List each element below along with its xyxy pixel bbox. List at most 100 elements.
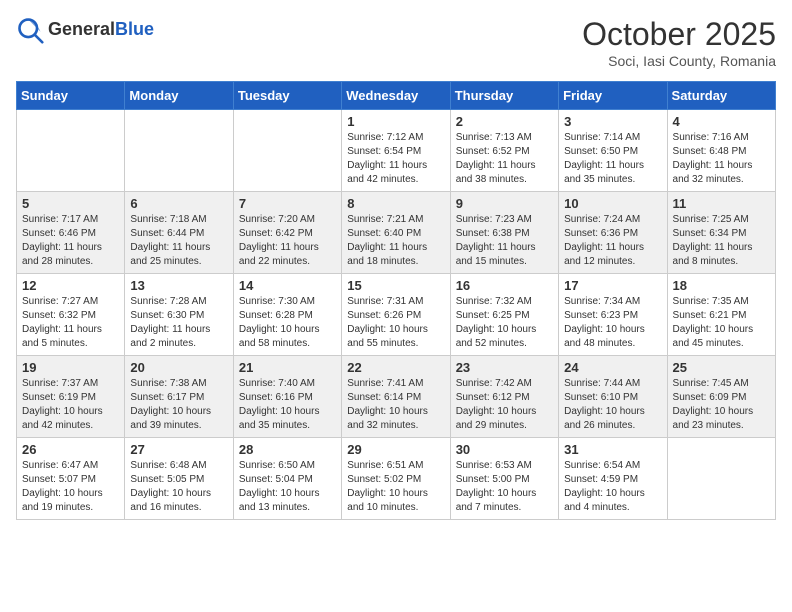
calendar-cell: [233, 110, 341, 192]
day-number: 15: [347, 278, 444, 293]
day-info: Sunrise: 7:27 AM Sunset: 6:32 PM Dayligh…: [22, 295, 119, 351]
day-number: 2: [456, 114, 553, 129]
day-info: Sunrise: 6:54 AM Sunset: 4:59 PM Dayligh…: [564, 459, 661, 515]
day-number: 26: [22, 442, 119, 457]
day-number: 18: [673, 278, 770, 293]
day-number: 10: [564, 196, 661, 211]
weekday-header: Thursday: [450, 82, 558, 110]
day-number: 9: [456, 196, 553, 211]
day-number: 7: [239, 196, 336, 211]
calendar-week-row: 12 Sunrise: 7:27 AM Sunset: 6:32 PM Dayli…: [17, 274, 776, 356]
logo-blue-text: Blue: [115, 19, 154, 39]
day-number: 27: [130, 442, 227, 457]
day-number: 16: [456, 278, 553, 293]
day-number: 5: [22, 196, 119, 211]
day-number: 21: [239, 360, 336, 375]
day-number: 30: [456, 442, 553, 457]
logo: GeneralBlue: [16, 16, 154, 44]
calendar-cell: 15 Sunrise: 7:31 AM Sunset: 6:26 PM Dayli…: [342, 274, 450, 356]
day-info: Sunrise: 7:35 AM Sunset: 6:21 PM Dayligh…: [673, 295, 770, 351]
day-info: Sunrise: 7:12 AM Sunset: 6:54 PM Dayligh…: [347, 131, 444, 187]
day-number: 24: [564, 360, 661, 375]
day-info: Sunrise: 7:17 AM Sunset: 6:46 PM Dayligh…: [22, 213, 119, 269]
day-number: 31: [564, 442, 661, 457]
weekday-header: Monday: [125, 82, 233, 110]
day-number: 6: [130, 196, 227, 211]
weekday-header: Saturday: [667, 82, 775, 110]
calendar-cell: 17Sunrise: 7:34 AM Sunset: 6:23 PM Dayli…: [559, 274, 667, 356]
day-info: Sunrise: 7:32 AM Sunset: 6:25 PM Dayligh…: [456, 295, 553, 351]
day-number: 29: [347, 442, 444, 457]
calendar-cell: 19Sunrise: 7:37 AM Sunset: 6:19 PM Dayli…: [17, 356, 125, 438]
calendar-cell: 2 Sunrise: 7:13 AM Sunset: 6:52 PM Daylig…: [450, 110, 558, 192]
day-info: Sunrise: 7:37 AM Sunset: 6:19 PM Dayligh…: [22, 377, 119, 433]
calendar-cell: 10 Sunrise: 7:24 AM Sunset: 6:36 PM Dayli…: [559, 192, 667, 274]
day-number: 20: [130, 360, 227, 375]
day-number: 12: [22, 278, 119, 293]
day-info: Sunrise: 6:53 AM Sunset: 5:00 PM Dayligh…: [456, 459, 553, 515]
calendar-header-row: SundayMondayTuesdayWednesdayThursdayFrid…: [17, 82, 776, 110]
calendar-cell: 13Sunrise: 7:28 AM Sunset: 6:30 PM Dayli…: [125, 274, 233, 356]
day-info: Sunrise: 7:31 AM Sunset: 6:26 PM Dayligh…: [347, 295, 444, 351]
calendar-cell: 3Sunrise: 7:14 AM Sunset: 6:50 PM Daylig…: [559, 110, 667, 192]
calendar-cell: 18 Sunrise: 7:35 AM Sunset: 6:21 PM Dayli…: [667, 274, 775, 356]
location: Soci, Iasi County, Romania: [582, 53, 776, 69]
day-info: Sunrise: 7:42 AM Sunset: 6:12 PM Dayligh…: [456, 377, 553, 433]
calendar-cell: 20Sunrise: 7:38 AM Sunset: 6:17 PM Dayli…: [125, 356, 233, 438]
day-info: Sunrise: 7:20 AM Sunset: 6:42 PM Dayligh…: [239, 213, 336, 269]
day-number: 28: [239, 442, 336, 457]
weekday-header: Wednesday: [342, 82, 450, 110]
day-info: Sunrise: 7:13 AM Sunset: 6:52 PM Dayligh…: [456, 131, 553, 187]
month-title: October 2025: [582, 16, 776, 53]
day-info: Sunrise: 7:40 AM Sunset: 6:16 PM Dayligh…: [239, 377, 336, 433]
logo-general-text: General: [48, 19, 115, 39]
day-number: 8: [347, 196, 444, 211]
day-info: Sunrise: 7:44 AM Sunset: 6:10 PM Dayligh…: [564, 377, 661, 433]
calendar-table: SundayMondayTuesdayWednesdayThursdayFrid…: [16, 81, 776, 520]
day-info: Sunrise: 6:48 AM Sunset: 5:05 PM Dayligh…: [130, 459, 227, 515]
page-header: GeneralBlue October 2025 Soci, Iasi Coun…: [16, 16, 776, 69]
weekday-header: Friday: [559, 82, 667, 110]
calendar-cell: 28Sunrise: 6:50 AM Sunset: 5:04 PM Dayli…: [233, 438, 341, 520]
calendar-cell: 25 Sunrise: 7:45 AM Sunset: 6:09 PM Dayli…: [667, 356, 775, 438]
weekday-header: Tuesday: [233, 82, 341, 110]
day-info: Sunrise: 7:41 AM Sunset: 6:14 PM Dayligh…: [347, 377, 444, 433]
calendar-cell: [667, 438, 775, 520]
day-number: 22: [347, 360, 444, 375]
calendar-cell: 27 Sunrise: 6:48 AM Sunset: 5:05 PM Dayli…: [125, 438, 233, 520]
calendar-cell: 22 Sunrise: 7:41 AM Sunset: 6:14 PM Dayli…: [342, 356, 450, 438]
calendar-cell: 9 Sunrise: 7:23 AM Sunset: 6:38 PM Daylig…: [450, 192, 558, 274]
calendar-week-row: 5 Sunrise: 7:17 AM Sunset: 6:46 PM Daylig…: [17, 192, 776, 274]
day-number: 1: [347, 114, 444, 129]
calendar-cell: 6 Sunrise: 7:18 AM Sunset: 6:44 PM Daylig…: [125, 192, 233, 274]
day-info: Sunrise: 6:51 AM Sunset: 5:02 PM Dayligh…: [347, 459, 444, 515]
calendar-week-row: 26Sunrise: 6:47 AM Sunset: 5:07 PM Dayli…: [17, 438, 776, 520]
day-info: Sunrise: 7:30 AM Sunset: 6:28 PM Dayligh…: [239, 295, 336, 351]
calendar-cell: 5 Sunrise: 7:17 AM Sunset: 6:46 PM Daylig…: [17, 192, 125, 274]
title-block: October 2025 Soci, Iasi County, Romania: [582, 16, 776, 69]
day-number: 4: [673, 114, 770, 129]
day-number: 25: [673, 360, 770, 375]
calendar-cell: 4 Sunrise: 7:16 AM Sunset: 6:48 PM Daylig…: [667, 110, 775, 192]
day-info: Sunrise: 7:16 AM Sunset: 6:48 PM Dayligh…: [673, 131, 770, 187]
calendar-cell: [17, 110, 125, 192]
calendar-cell: 1 Sunrise: 7:12 AM Sunset: 6:54 PM Daylig…: [342, 110, 450, 192]
day-info: Sunrise: 7:23 AM Sunset: 6:38 PM Dayligh…: [456, 213, 553, 269]
day-info: Sunrise: 7:28 AM Sunset: 6:30 PM Dayligh…: [130, 295, 227, 351]
calendar-cell: 11Sunrise: 7:25 AM Sunset: 6:34 PM Dayli…: [667, 192, 775, 274]
calendar-cell: 16 Sunrise: 7:32 AM Sunset: 6:25 PM Dayli…: [450, 274, 558, 356]
day-info: Sunrise: 7:24 AM Sunset: 6:36 PM Dayligh…: [564, 213, 661, 269]
calendar-cell: 31 Sunrise: 6:54 AM Sunset: 4:59 PM Dayli…: [559, 438, 667, 520]
day-info: Sunrise: 7:25 AM Sunset: 6:34 PM Dayligh…: [673, 213, 770, 269]
day-info: Sunrise: 7:14 AM Sunset: 6:50 PM Dayligh…: [564, 131, 661, 187]
calendar-cell: 24 Sunrise: 7:44 AM Sunset: 6:10 PM Dayli…: [559, 356, 667, 438]
calendar-cell: 7 Sunrise: 7:20 AM Sunset: 6:42 PM Daylig…: [233, 192, 341, 274]
calendar-cell: 21 Sunrise: 7:40 AM Sunset: 6:16 PM Dayli…: [233, 356, 341, 438]
calendar-week-row: 19Sunrise: 7:37 AM Sunset: 6:19 PM Dayli…: [17, 356, 776, 438]
day-info: Sunrise: 7:18 AM Sunset: 6:44 PM Dayligh…: [130, 213, 227, 269]
calendar-cell: 30 Sunrise: 6:53 AM Sunset: 5:00 PM Dayli…: [450, 438, 558, 520]
day-info: Sunrise: 7:45 AM Sunset: 6:09 PM Dayligh…: [673, 377, 770, 433]
day-number: 23: [456, 360, 553, 375]
calendar-cell: 29 Sunrise: 6:51 AM Sunset: 5:02 PM Dayli…: [342, 438, 450, 520]
calendar-cell: [125, 110, 233, 192]
